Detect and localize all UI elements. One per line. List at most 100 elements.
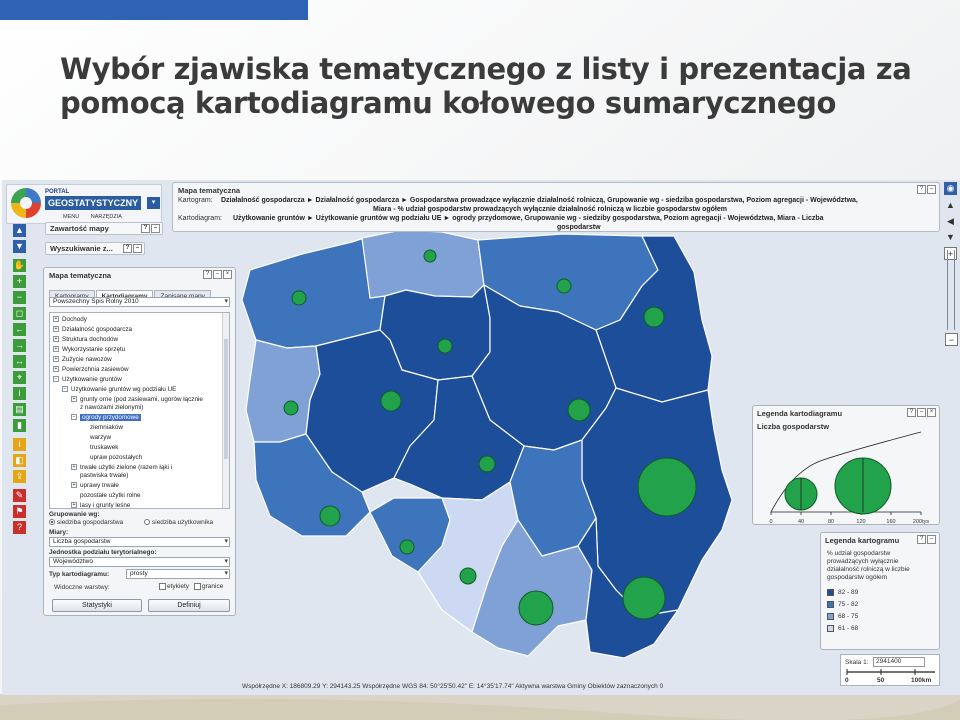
expand-icon[interactable]: + bbox=[71, 502, 77, 508]
flag-icon[interactable]: ⚑ bbox=[13, 505, 26, 518]
help-icon[interactable]: ? bbox=[907, 408, 916, 417]
expand-icon[interactable]: + bbox=[53, 346, 59, 353]
print-icon[interactable]: ▤ bbox=[13, 403, 26, 416]
tree-item[interactable]: + trwałe użytki zielone (razem łąki i bbox=[71, 464, 172, 472]
radio-selected-icon[interactable] bbox=[49, 519, 55, 526]
tree-item[interactable]: + Powierzchnia zasiewów bbox=[53, 366, 129, 374]
diagram-circle[interactable] bbox=[319, 505, 341, 527]
help-icon[interactable]: ? bbox=[141, 224, 150, 233]
tree-item[interactable]: + Zużycie nawozów bbox=[53, 356, 112, 364]
help-circle-icon[interactable]: ? bbox=[13, 521, 26, 534]
expand-icon[interactable]: + bbox=[71, 482, 77, 489]
minimize-icon[interactable]: – bbox=[213, 270, 222, 279]
zoom-box-icon[interactable]: ◻ bbox=[13, 307, 26, 320]
diagram-circle[interactable] bbox=[283, 400, 299, 416]
tree-item[interactable]: truskawek bbox=[90, 444, 118, 452]
minimize-icon[interactable]: – bbox=[927, 185, 936, 194]
checkbox-icon[interactable] bbox=[159, 583, 166, 590]
zoom-in-icon[interactable]: + bbox=[13, 275, 26, 288]
tree-item[interactable]: warzyw bbox=[90, 434, 111, 442]
layer-borders-checkbox[interactable]: granice bbox=[194, 583, 223, 590]
diagram-circle[interactable] bbox=[399, 539, 415, 555]
zoom-out-icon[interactable]: − bbox=[13, 291, 26, 304]
scroll-thumb[interactable] bbox=[224, 339, 228, 459]
select-icon[interactable]: ⌖ bbox=[13, 371, 26, 384]
identify-icon[interactable]: i bbox=[13, 387, 26, 400]
forward-icon[interactable]: → bbox=[13, 339, 26, 352]
tree-item[interactable]: + uprawy trwałe bbox=[71, 482, 119, 490]
grouping-option-holding[interactable]: siedziba gospodarstwa bbox=[49, 519, 123, 526]
tree-item[interactable]: pozostałe użytki rolne bbox=[80, 492, 141, 500]
expand-icon[interactable]: + bbox=[53, 326, 59, 333]
diagram-circle[interactable] bbox=[437, 338, 453, 354]
diagram-circle[interactable] bbox=[291, 290, 307, 306]
tree-item[interactable]: − Użytkowanie gruntów wg podziału UE bbox=[62, 386, 176, 394]
diagram-circle[interactable] bbox=[518, 590, 554, 626]
measure-select[interactable]: Liczba gospodarstw bbox=[49, 537, 230, 547]
layer-icon[interactable]: ◧ bbox=[13, 454, 26, 467]
globe-icon[interactable]: ◉ bbox=[944, 182, 957, 195]
minimize-icon[interactable]: – bbox=[133, 244, 142, 253]
pan-west-icon[interactable]: ◀ bbox=[944, 215, 957, 228]
map-contents-bar[interactable]: Zawartość mapy ? – bbox=[45, 222, 163, 235]
layer-labels-checkbox[interactable]: etykiety bbox=[159, 583, 189, 590]
help-icon[interactable]: ? bbox=[123, 244, 132, 253]
tree-item[interactable]: upraw pozostałych bbox=[90, 454, 142, 462]
pan-icon[interactable]: ✋ bbox=[13, 259, 26, 272]
tree-item[interactable]: ziemniaków bbox=[90, 424, 123, 432]
tree-scrollbar[interactable] bbox=[222, 313, 229, 508]
diagram-circle[interactable] bbox=[459, 567, 477, 585]
diagram-circle[interactable] bbox=[622, 576, 666, 620]
unit-select[interactable]: Województwo bbox=[49, 557, 230, 567]
radio-icon[interactable] bbox=[144, 519, 150, 526]
measure-icon[interactable]: ↔ bbox=[13, 355, 26, 368]
collapse-icon[interactable]: − bbox=[53, 376, 59, 383]
export-icon[interactable]: ⇪ bbox=[13, 470, 26, 483]
help-icon[interactable]: ? bbox=[917, 185, 926, 194]
menu-link[interactable]: MENU bbox=[63, 214, 79, 220]
statistics-button[interactable]: Statystyki bbox=[52, 599, 142, 612]
tree-item[interactable]: − Użytkowanie gruntów bbox=[53, 376, 122, 384]
expand-icon[interactable]: + bbox=[53, 366, 59, 373]
diagram-circle[interactable] bbox=[567, 398, 591, 422]
diagram-type-select[interactable]: prosty bbox=[126, 569, 230, 579]
pan-south-icon[interactable]: ▼ bbox=[944, 231, 957, 244]
diagram-circle[interactable] bbox=[380, 390, 402, 412]
define-button[interactable]: Definiuj bbox=[148, 599, 230, 612]
pan-north-icon[interactable]: ▲ bbox=[944, 199, 957, 212]
tree-item[interactable]: + lasy i grunty leśne bbox=[71, 502, 130, 508]
expand-icon[interactable]: + bbox=[53, 316, 59, 323]
tool-icon[interactable]: ✎ bbox=[13, 489, 26, 502]
tools-link[interactable]: NARZĘDZIA bbox=[91, 214, 122, 220]
tree-item[interactable]: + Struktura dochodów bbox=[53, 336, 118, 344]
diagram-circle[interactable] bbox=[637, 457, 697, 517]
expand-icon[interactable]: + bbox=[71, 464, 77, 471]
nav-up-icon[interactable]: ▲ bbox=[13, 224, 26, 237]
help-icon[interactable]: ? bbox=[203, 270, 212, 279]
collapse-icon[interactable]: − bbox=[62, 386, 68, 393]
zoom-slider[interactable] bbox=[947, 250, 955, 330]
tree-item[interactable]: + Dochody bbox=[53, 316, 87, 324]
minimize-icon[interactable]: – bbox=[917, 408, 926, 417]
nav-down-icon[interactable]: ▼ bbox=[13, 240, 26, 253]
expand-icon[interactable]: + bbox=[71, 396, 77, 403]
tree-item[interactable]: + grunty orne (pod zasiewami, ugorów łącz… bbox=[71, 396, 203, 404]
tree-item[interactable]: + Wykorzystanie sprzętu bbox=[53, 346, 125, 354]
back-icon[interactable]: ← bbox=[13, 323, 26, 336]
scale-input[interactable]: 2941400 bbox=[873, 657, 925, 667]
portal-logo[interactable]: PORTAL GEOSTATYSTYCZNY ▾ MENU NARZĘDZIA bbox=[6, 184, 162, 224]
help-icon[interactable]: ? bbox=[917, 535, 926, 544]
expand-icon[interactable]: + bbox=[53, 356, 59, 363]
diagram-circle[interactable] bbox=[643, 306, 665, 328]
close-icon[interactable]: × bbox=[223, 270, 232, 279]
chart-icon[interactable]: ▮ bbox=[13, 419, 26, 432]
minimize-icon[interactable]: – bbox=[151, 224, 160, 233]
zoom-minus-icon[interactable]: − bbox=[945, 333, 958, 346]
tree-item-selected[interactable]: − ogrody przydomowe bbox=[71, 414, 141, 422]
census-select[interactable]: Powszechny Spis Rolny 2010 bbox=[49, 297, 230, 307]
diagram-circle[interactable] bbox=[423, 249, 437, 263]
grouping-option-user[interactable]: siedziba użytkownika bbox=[144, 519, 213, 526]
search-bar[interactable]: Wyszukiwanie z... ? – bbox=[45, 242, 145, 255]
diagram-circle[interactable] bbox=[478, 455, 496, 473]
collapse-icon[interactable]: − bbox=[71, 414, 77, 421]
